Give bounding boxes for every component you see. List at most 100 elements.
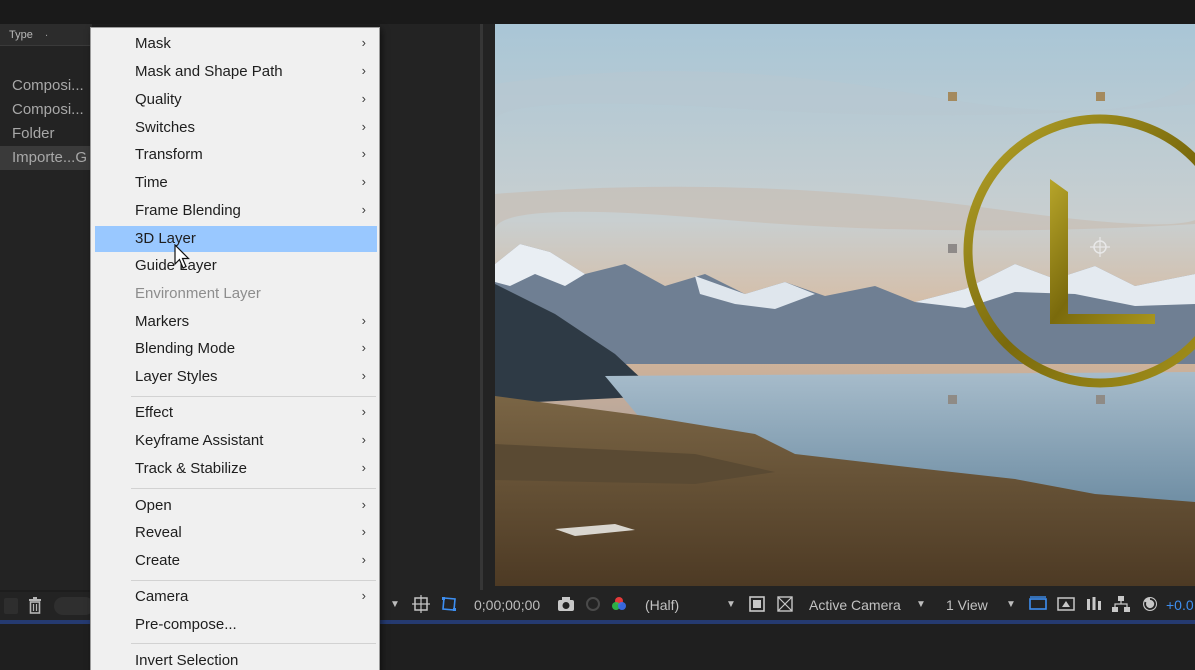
menu-item-pre-compose[interactable]: Pre-compose...	[95, 613, 377, 637]
project-item[interactable]: Composi...	[0, 74, 92, 98]
flowchart-icon[interactable]	[1111, 595, 1131, 613]
chevron-right-icon: ›	[361, 552, 366, 567]
timeline-icon[interactable]	[1084, 595, 1104, 613]
chevron-right-icon: ›	[361, 313, 366, 328]
menu-item-label: Quality	[135, 91, 182, 108]
menu-item-markers[interactable]: Markers ›	[95, 310, 377, 334]
menu-item-mask-and-shape-path[interactable]: Mask and Shape Path ›	[95, 60, 377, 84]
menu-item-label: Effect	[135, 404, 174, 421]
menu-item-switches[interactable]: Switches ›	[95, 116, 377, 140]
menu-item-keyframe-assistant[interactable]: Keyframe Assistant ›	[95, 429, 377, 453]
menu-item-label: Markers	[135, 313, 190, 330]
thumbnail-size-slider[interactable]	[54, 597, 94, 615]
project-item-selected[interactable]: Importe...G	[0, 146, 92, 170]
sort-indicator: .	[45, 27, 49, 39]
menu-item-label: Track & Stabilize	[135, 460, 247, 477]
menu-item-invert-selection[interactable]: Invert Selection	[95, 649, 377, 670]
menu-separator	[131, 396, 376, 397]
menu-item-label: Frame Blending	[135, 202, 241, 219]
chevron-right-icon: ›	[361, 340, 366, 355]
chevron-right-icon: ›	[361, 460, 366, 475]
menu-item-guide-layer[interactable]: Guide Layer	[95, 254, 377, 278]
resolution-select[interactable]: (Half)	[645, 596, 679, 614]
menu-item-label: Pre-compose...	[135, 616, 237, 633]
menu-item-label: Transform	[135, 146, 203, 163]
menu-separator	[131, 580, 376, 581]
chevron-right-icon: ›	[361, 404, 366, 419]
menu-item-label: Reveal	[135, 524, 182, 541]
fast-previews-icon[interactable]	[1056, 595, 1076, 613]
menu-item-create[interactable]: Create ›	[95, 549, 377, 573]
menu-item-layer-styles[interactable]: Layer Styles ›	[95, 365, 377, 389]
menu-item-blending-mode[interactable]: Blending Mode ›	[95, 337, 377, 361]
menu-separator	[131, 643, 376, 644]
toggle-pixel-aspect-icon[interactable]	[1028, 595, 1048, 613]
panel-divider[interactable]	[480, 24, 483, 590]
top-bar	[0, 0, 1195, 24]
menu-item-mask[interactable]: Mask ›	[95, 32, 377, 56]
menu-item-3d-layer[interactable]: 3D Layer	[95, 226, 377, 252]
menu-item-label: Camera	[135, 588, 189, 605]
composition-frame[interactable]	[495, 24, 1195, 586]
chevron-right-icon: ›	[361, 174, 366, 189]
menu-item-camera[interactable]: Camera ›	[95, 585, 377, 609]
magnification-dropdown-icon[interactable]: ▼	[390, 596, 400, 614]
layer-context-menu: Mask › Mask and Shape Path › Quality › Swit…	[90, 27, 380, 670]
menu-item-transform[interactable]: Transform ›	[95, 143, 377, 167]
chevron-right-icon: ›	[361, 119, 366, 134]
menu-item-label: Keyframe Assistant	[135, 432, 264, 449]
view-layout-dropdown-icon[interactable]: ▼	[1006, 596, 1016, 614]
menu-item-environment-layer: Environment Layer	[95, 282, 377, 306]
viewer-toolbar: ▼ 0;00;00;00 (Half) ▼ Active Camera ▼ 1 …	[380, 590, 1195, 620]
view-layout-select[interactable]: 1 View	[946, 596, 988, 614]
footer-menu-button[interactable]	[4, 598, 18, 614]
menu-item-label: Invert Selection	[135, 652, 239, 669]
menu-item-label: Environment Layer	[135, 285, 261, 302]
chevron-right-icon: ›	[361, 63, 366, 78]
column-type-label: Type	[9, 29, 33, 41]
mouse-cursor-icon	[174, 244, 190, 269]
chevron-right-icon: ›	[361, 524, 366, 539]
exposure-value[interactable]: +0.0	[1166, 596, 1194, 614]
menu-item-label: Create	[135, 552, 181, 569]
transparency-grid-icon[interactable]	[776, 595, 794, 613]
channels-icon[interactable]	[610, 595, 628, 613]
timecode-display[interactable]: 0;00;00;00	[474, 596, 540, 614]
menu-item-label: Switches	[135, 119, 196, 136]
menu-item-effect[interactable]: Effect ›	[95, 401, 377, 425]
reset-exposure-icon[interactable]	[1141, 595, 1159, 613]
menu-item-quality[interactable]: Quality ›	[95, 88, 377, 112]
project-item[interactable]: Composi...	[0, 98, 92, 122]
chevron-right-icon: ›	[361, 91, 366, 106]
menu-item-open[interactable]: Open ›	[95, 494, 377, 518]
trash-icon[interactable]	[27, 596, 43, 614]
mask-visibility-icon[interactable]	[440, 595, 458, 613]
chevron-right-icon: ›	[361, 588, 366, 603]
menu-item-label: Mask	[135, 35, 171, 52]
chevron-right-icon: ›	[361, 202, 366, 217]
landscape-image	[495, 24, 1195, 586]
camera-dropdown-icon[interactable]: ▼	[916, 596, 926, 614]
camera-view-select[interactable]: Active Camera	[809, 596, 901, 614]
grid-guides-icon[interactable]	[412, 595, 430, 613]
chevron-right-icon: ›	[361, 368, 366, 383]
menu-item-frame-blending[interactable]: Frame Blending ›	[95, 199, 377, 223]
menu-item-label: Blending Mode	[135, 340, 236, 357]
resolution-dropdown-icon[interactable]: ▼	[726, 596, 736, 614]
region-of-interest-icon[interactable]	[748, 595, 766, 613]
camera-icon[interactable]	[556, 595, 576, 613]
menu-item-label: Layer Styles	[135, 368, 218, 385]
project-column-header[interactable]: Type .	[0, 24, 92, 46]
menu-item-label: Open	[135, 497, 172, 514]
chevron-right-icon: ›	[361, 497, 366, 512]
project-item[interactable]: Folder	[0, 122, 92, 146]
show-snapshot-icon[interactable]	[584, 595, 602, 613]
chevron-right-icon: ›	[361, 146, 366, 161]
menu-item-label: Mask and Shape Path	[135, 63, 283, 80]
menu-separator	[131, 488, 376, 489]
chevron-right-icon: ›	[361, 432, 366, 447]
menu-item-reveal[interactable]: Reveal ›	[95, 521, 377, 545]
menu-item-time[interactable]: Time ›	[95, 171, 377, 195]
chevron-right-icon: ›	[361, 35, 366, 50]
menu-item-track-and-stabilize[interactable]: Track & Stabilize ›	[95, 457, 377, 481]
